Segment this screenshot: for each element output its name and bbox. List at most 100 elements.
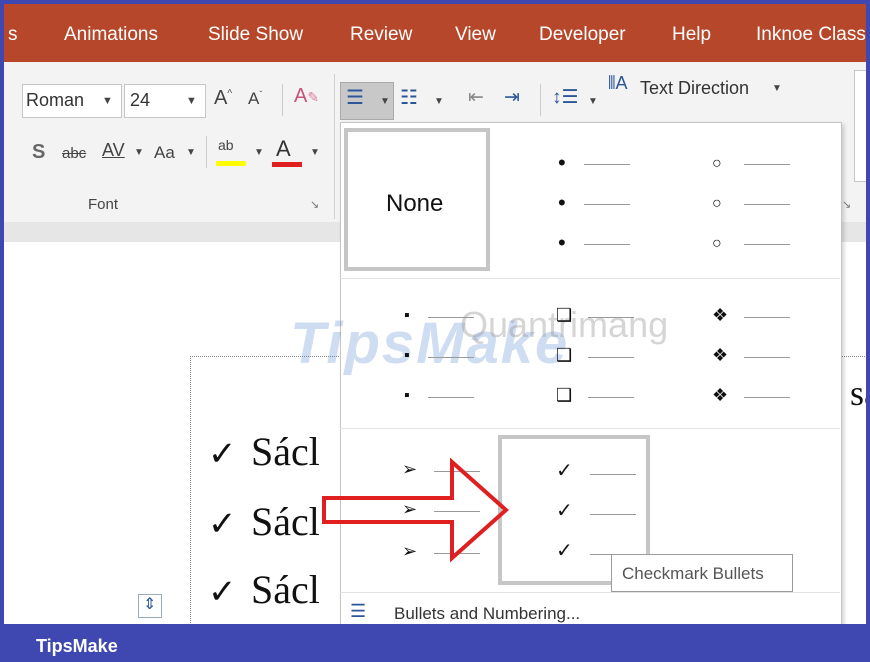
diamond-bullet-icon: ❖: [712, 305, 729, 325]
text-line-placeholder: [744, 317, 790, 318]
font-color-icon[interactable]: A: [276, 138, 291, 160]
strikethrough-icon[interactable]: abc: [62, 146, 86, 161]
window-frame: s Animations Slide Show Review View Deve…: [0, 0, 870, 662]
gallery-row-separator: [340, 278, 840, 279]
tab-inknoe-classroom[interactable]: Inknoe Class: [756, 24, 866, 46]
filled-square-bullet-icon: ▪: [404, 307, 410, 324]
decrease-font-size-icon[interactable]: Aˇ: [248, 90, 262, 107]
text-line-placeholder: [584, 164, 630, 165]
text-line-placeholder: [584, 204, 630, 205]
character-spacing-dropdown-icon[interactable]: ▼: [134, 148, 144, 158]
slide-line-text: Sácl: [250, 567, 320, 612]
font-group-label: Font: [88, 196, 119, 213]
checkmark-bullet-icon: ✓: [556, 460, 573, 482]
tab-help[interactable]: Help: [672, 24, 711, 46]
text-direction-dropdown-icon[interactable]: ▼: [772, 84, 782, 94]
highlight-dropdown-icon[interactable]: ▼: [254, 148, 264, 158]
tab-transitions-partial[interactable]: s: [8, 24, 18, 46]
tab-developer[interactable]: Developer: [539, 24, 626, 46]
text-line-placeholder: [744, 204, 790, 205]
red-arrow-annotation: [322, 457, 510, 563]
checkmark-bullet-icon: ✓: [556, 540, 573, 562]
text-line-placeholder: [590, 514, 636, 515]
line-spacing-icon[interactable]: ↕☰: [552, 88, 579, 107]
slide-bullet-line-1[interactable]: ✓ Sácl: [208, 428, 320, 475]
filled-square-bullet-icon: ▪: [404, 347, 410, 364]
diamond-bullet-icon: ❖: [712, 345, 729, 365]
text-direction-label[interactable]: Text Direction: [640, 78, 749, 99]
character-spacing-icon[interactable]: AV: [102, 141, 125, 159]
divider: [206, 136, 207, 168]
bullets-dropdown-icon[interactable]: ▼: [380, 97, 390, 107]
line-spacing-dropdown-icon[interactable]: ▼: [588, 97, 598, 107]
highlight-color-bar: [216, 161, 246, 166]
filled-round-bullet-icon: •: [558, 150, 566, 175]
tab-slide-show[interactable]: Slide Show: [208, 24, 303, 46]
slide-bullet-line-3[interactable]: ✓ Sácl: [208, 566, 320, 613]
tab-animations[interactable]: Animations: [64, 24, 158, 46]
increase-font-size-icon[interactable]: A^: [214, 88, 232, 108]
diamond-bullet-icon: ❖: [712, 385, 729, 405]
increase-indent-icon[interactable]: ⇥: [504, 88, 520, 107]
hollow-square-bullet-icon: ❑: [556, 345, 573, 365]
slide-text-fragment: sa: [850, 373, 866, 413]
text-line-placeholder: [428, 357, 474, 358]
clear-formatting-icon[interactable]: A✎: [294, 86, 319, 106]
text-line-placeholder: [744, 244, 790, 245]
text-line-placeholder: [588, 357, 634, 358]
hollow-square-bullet-icon: ❑: [556, 305, 573, 325]
hollow-round-bullet-icon: ○: [712, 195, 722, 212]
font-size-dropdown-icon[interactable]: ▼: [186, 96, 197, 107]
text-line-placeholder: [588, 397, 634, 398]
tab-review[interactable]: Review: [350, 24, 412, 46]
slide-bullet-line-2[interactable]: ✓ Sácl: [208, 498, 320, 545]
bullet-option-none[interactable]: None: [344, 128, 490, 271]
text-line-placeholder: [428, 317, 474, 318]
bullets-and-numbering-link[interactable]: ☰ Bullets and Numbering...: [342, 596, 838, 626]
font-size-value: 24: [130, 90, 151, 110]
slide-check-bullet: ✓: [208, 574, 237, 611]
text-direction-icon[interactable]: ⫴A: [608, 74, 628, 92]
bullets-and-numbering-label: Bullets and Numbering...: [394, 604, 581, 623]
gallery-footer-separator: [340, 592, 840, 593]
checkmark-bullet-icon: ✓: [556, 500, 573, 522]
change-case-dropdown-icon[interactable]: ▼: [186, 148, 196, 158]
numbering-dropdown-icon[interactable]: ▼: [434, 97, 444, 107]
shapes-gallery-edge[interactable]: [854, 70, 866, 182]
text-line-placeholder: [428, 397, 474, 398]
font-dialog-launcher-icon[interactable]: ↘: [310, 200, 319, 211]
group-divider: [334, 74, 335, 219]
none-label: None: [386, 190, 444, 217]
text-line-placeholder: [744, 397, 790, 398]
gallery-row-separator: [340, 428, 840, 429]
filled-square-bullet-icon: ▪: [404, 387, 410, 404]
divider: [282, 84, 283, 116]
checkmark-bullets-tooltip: Checkmark Bullets: [611, 554, 793, 592]
filled-round-bullet-icon: •: [558, 190, 566, 215]
slide-check-bullet: ✓: [208, 436, 237, 473]
bullets-list-icon: ☰: [350, 601, 367, 621]
paragraph-dialog-launcher-icon[interactable]: ↘: [842, 200, 851, 211]
ribbon-tab-bar: s Animations Slide Show Review View Deve…: [4, 4, 866, 62]
font-color-dropdown-icon[interactable]: ▼: [310, 148, 320, 158]
text-line-placeholder: [584, 244, 630, 245]
autofit-options-button[interactable]: ⇕: [138, 594, 162, 618]
decrease-indent-icon[interactable]: ⇤: [468, 88, 484, 107]
watermark-footer-bar: TipsMake: [4, 624, 866, 658]
font-color-bar: [272, 162, 302, 167]
font-name-value: Roman: [26, 90, 85, 110]
slide-line-text: Sácl: [250, 499, 320, 544]
text-shadow-icon[interactable]: S: [32, 142, 45, 162]
slide-check-bullet: ✓: [208, 506, 237, 543]
text-line-placeholder: [590, 474, 636, 475]
highlight-icon[interactable]: ab: [218, 138, 234, 152]
hollow-round-bullet-icon: ○: [712, 235, 722, 252]
tab-view[interactable]: View: [455, 24, 496, 46]
divider: [540, 84, 541, 116]
font-name-dropdown-icon[interactable]: ▼: [102, 96, 113, 107]
numbering-icon[interactable]: ☷: [400, 88, 418, 108]
change-case-icon[interactable]: Aa: [154, 144, 175, 161]
slide-line-text: Sácl: [250, 429, 320, 474]
hollow-round-bullet-icon: ○: [712, 155, 722, 172]
filled-round-bullet-icon: •: [558, 230, 566, 255]
